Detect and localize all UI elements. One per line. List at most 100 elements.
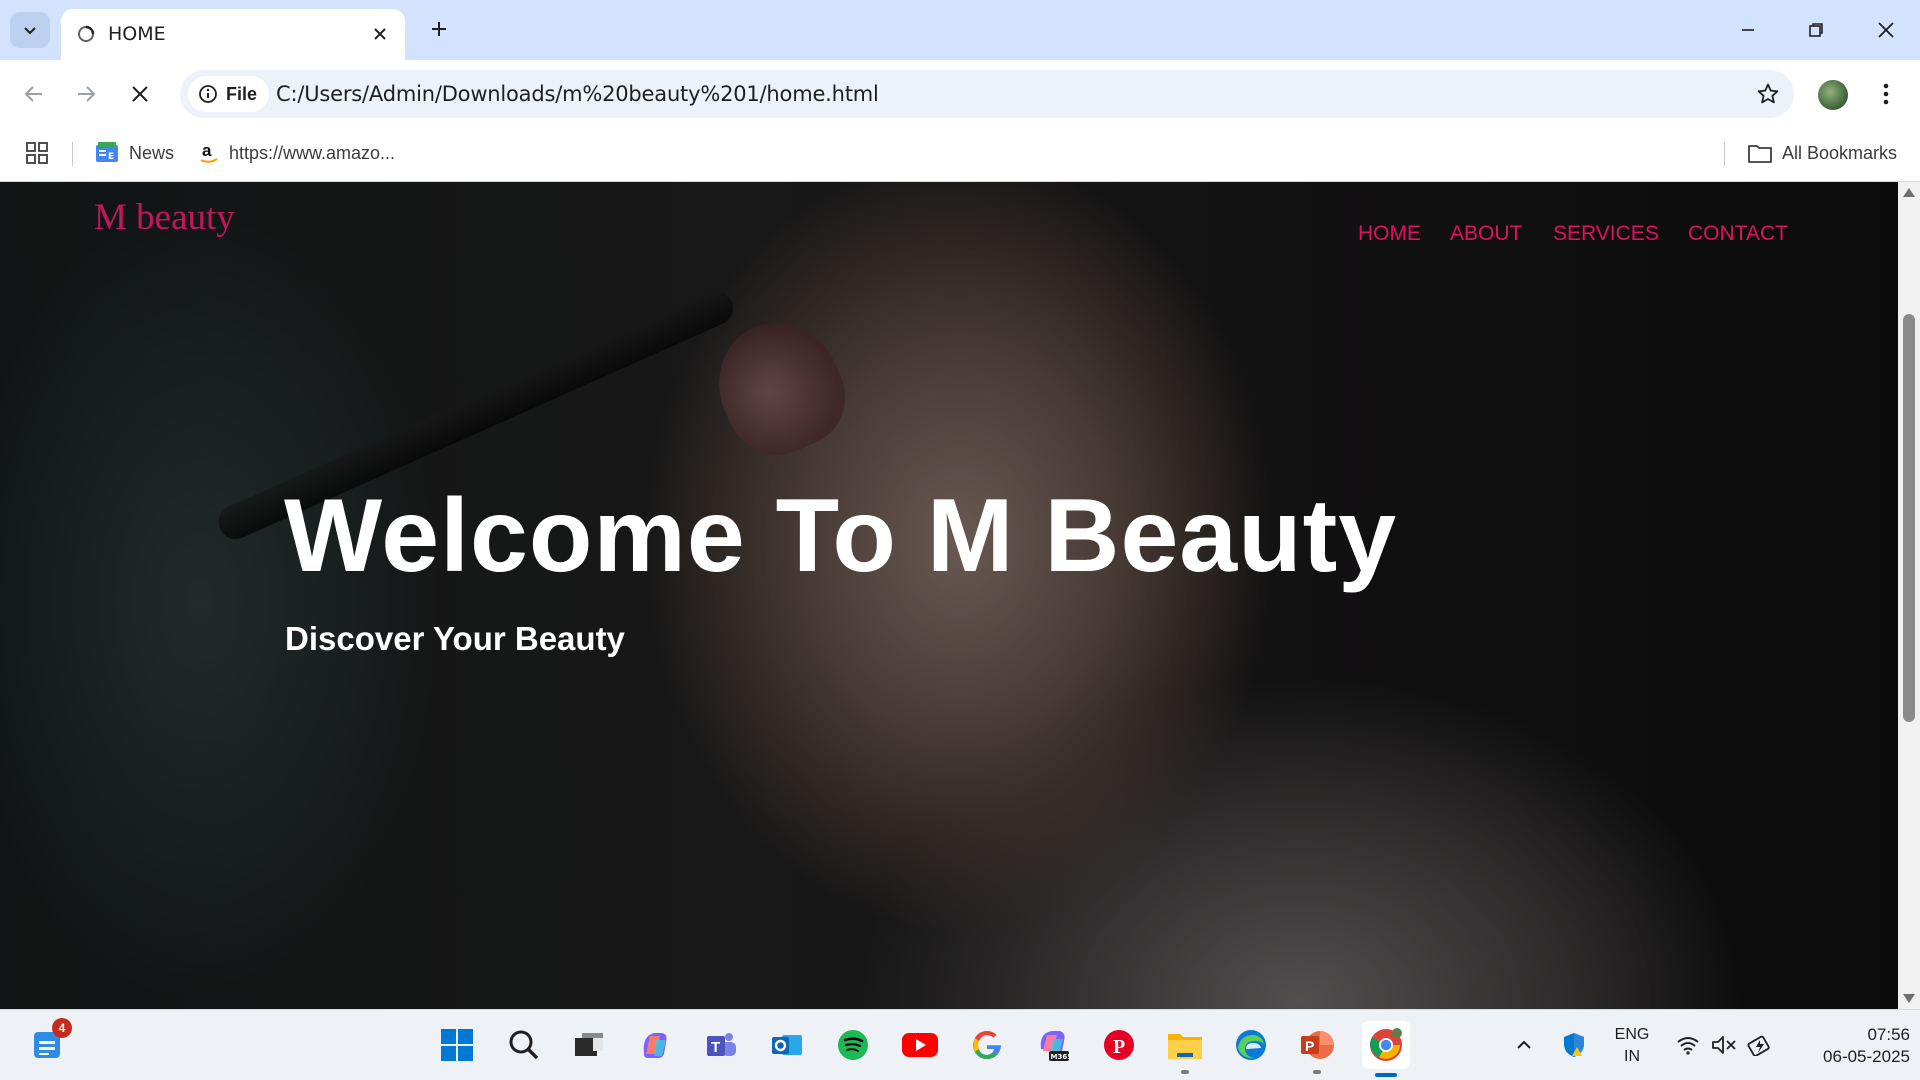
- google-icon: [973, 1031, 1001, 1060]
- youtube-button[interactable]: [899, 1024, 941, 1066]
- scroll-up-arrow-icon[interactable]: [1903, 188, 1915, 197]
- more-vertical-icon: [1883, 83, 1889, 105]
- close-window-button[interactable]: [1862, 10, 1910, 50]
- svg-text:M365: M365: [1051, 1053, 1072, 1061]
- google-news-icon: E: [96, 142, 118, 162]
- scrollbar-thumb[interactable]: [1903, 314, 1915, 722]
- profile-avatar[interactable]: [1818, 80, 1848, 110]
- tab-close-button[interactable]: [369, 23, 391, 45]
- m365-button[interactable]: M365: [1032, 1024, 1074, 1066]
- volume-muted-icon: [1712, 1036, 1736, 1054]
- bookmarks-divider: [1724, 142, 1725, 166]
- svg-text:E: E: [108, 152, 114, 162]
- chrome-icon: [1370, 1028, 1402, 1061]
- nav-link-home[interactable]: HOME: [1358, 222, 1421, 246]
- bookmark-label: https://www.amazo...: [229, 142, 396, 163]
- edge-icon: [1236, 1030, 1266, 1060]
- bookmark-amazon[interactable]: a https://www.amazo...: [199, 138, 395, 168]
- m365-icon: M365: [1040, 1031, 1072, 1061]
- chevron-up-icon: [1517, 1040, 1531, 1049]
- apps-button[interactable]: [26, 138, 48, 168]
- language-code: ENG: [1614, 1026, 1650, 1043]
- copilot-button[interactable]: [634, 1024, 676, 1066]
- svg-text:P: P: [1113, 1036, 1125, 1058]
- pinterest-icon: P: [1104, 1030, 1134, 1060]
- browser-toolbar: File C:/Users/Admin/Downloads/m%20beauty…: [0, 60, 1920, 126]
- running-indicator: [1181, 1070, 1189, 1074]
- site-info-chip[interactable]: File: [188, 76, 270, 112]
- browser-tab-strip: HOME: [0, 0, 1920, 60]
- battery-status-button[interactable]: [1740, 1024, 1780, 1066]
- clock-date: 06-05-2025: [1823, 1047, 1910, 1066]
- google-button[interactable]: [966, 1024, 1008, 1066]
- taskbar-clock[interactable]: 07:56 06-05-2025: [1786, 1024, 1910, 1068]
- all-bookmarks-button[interactable]: All Bookmarks: [1748, 138, 1897, 168]
- widgets-button[interactable]: 4: [26, 1018, 72, 1066]
- youtube-icon: [902, 1033, 938, 1057]
- site-logo[interactable]: M beauty: [94, 196, 235, 239]
- security-tray-button[interactable]: [1556, 1024, 1592, 1066]
- spotify-button[interactable]: [832, 1024, 874, 1066]
- new-tab-button[interactable]: [424, 14, 454, 44]
- teams-button[interactable]: T: [700, 1024, 742, 1066]
- language-indicator[interactable]: ENG IN: [1608, 1024, 1656, 1068]
- url-text[interactable]: C:/Users/Admin/Downloads/m%20beauty%201/…: [276, 82, 879, 106]
- amazon-icon: a: [200, 141, 218, 163]
- region-code: IN: [1624, 1048, 1640, 1065]
- bookmark-star-button[interactable]: [1754, 80, 1782, 108]
- hero-title: Welcome To M Beauty: [284, 478, 1398, 594]
- folder-icon: [1748, 145, 1772, 163]
- back-button[interactable]: [14, 74, 54, 114]
- start-button[interactable]: [436, 1024, 478, 1066]
- search-button[interactable]: [503, 1024, 545, 1066]
- task-view-button[interactable]: [568, 1024, 610, 1066]
- tab-search-button[interactable]: [10, 12, 50, 48]
- copilot-icon: [643, 1033, 667, 1059]
- close-icon: [1878, 22, 1894, 38]
- web-page-viewport: M beauty HOME ABOUT SERVICES CONTACT Wel…: [0, 182, 1898, 1009]
- notification-badge: 4: [52, 1018, 72, 1038]
- nav-link-services[interactable]: SERVICES: [1553, 222, 1659, 246]
- nav-link-about[interactable]: ABOUT: [1450, 222, 1522, 246]
- pinterest-button[interactable]: P: [1098, 1024, 1140, 1066]
- search-icon: [509, 1030, 539, 1060]
- wifi-status-button[interactable]: [1668, 1024, 1708, 1066]
- arrow-left-icon: [24, 86, 42, 102]
- shield-icon: [1564, 1033, 1584, 1057]
- chevron-down-icon: [24, 27, 36, 35]
- page-scrollbar[interactable]: [1898, 182, 1920, 1009]
- show-hidden-icons-button[interactable]: [1506, 1024, 1542, 1066]
- scheme-label: File: [226, 83, 258, 104]
- outlook-icon: [772, 1035, 802, 1055]
- powerpoint-button[interactable]: P: [1296, 1024, 1338, 1074]
- address-bar[interactable]: File C:/Users/Admin/Downloads/m%20beauty…: [180, 70, 1794, 118]
- volume-status-button[interactable]: [1704, 1024, 1744, 1066]
- svg-text:T: T: [711, 1039, 720, 1056]
- stop-loading-button[interactable]: [120, 74, 160, 114]
- bookmark-label: News: [129, 142, 175, 163]
- tab-title: HOME: [108, 23, 166, 45]
- nav-link-contact[interactable]: CONTACT: [1688, 222, 1788, 246]
- svg-text:P: P: [1305, 1038, 1314, 1054]
- minimize-icon: [1742, 29, 1754, 31]
- star-icon: [1757, 83, 1779, 104]
- bookmark-news[interactable]: E News: [95, 138, 174, 168]
- browser-menu-button[interactable]: [1874, 76, 1898, 112]
- restore-button[interactable]: [1792, 10, 1840, 50]
- teams-icon: T: [707, 1033, 736, 1056]
- info-icon: [199, 85, 217, 103]
- spotify-icon: [838, 1030, 868, 1060]
- scroll-down-arrow-icon[interactable]: [1903, 994, 1915, 1003]
- browser-tab-active[interactable]: HOME: [61, 9, 405, 60]
- minimize-button[interactable]: [1724, 10, 1772, 50]
- apps-grid-icon: [26, 142, 48, 164]
- outlook-button[interactable]: [766, 1024, 808, 1066]
- hero-subtitle: Discover Your Beauty: [285, 620, 625, 657]
- powerpoint-icon: P: [1301, 1031, 1334, 1059]
- chrome-button[interactable]: [1362, 1021, 1410, 1077]
- forward-button[interactable]: [66, 74, 106, 114]
- start-icon: [441, 1029, 473, 1061]
- file-explorer-button[interactable]: [1164, 1024, 1206, 1074]
- clock-time: 07:56: [1867, 1025, 1910, 1044]
- edge-button[interactable]: [1230, 1024, 1272, 1066]
